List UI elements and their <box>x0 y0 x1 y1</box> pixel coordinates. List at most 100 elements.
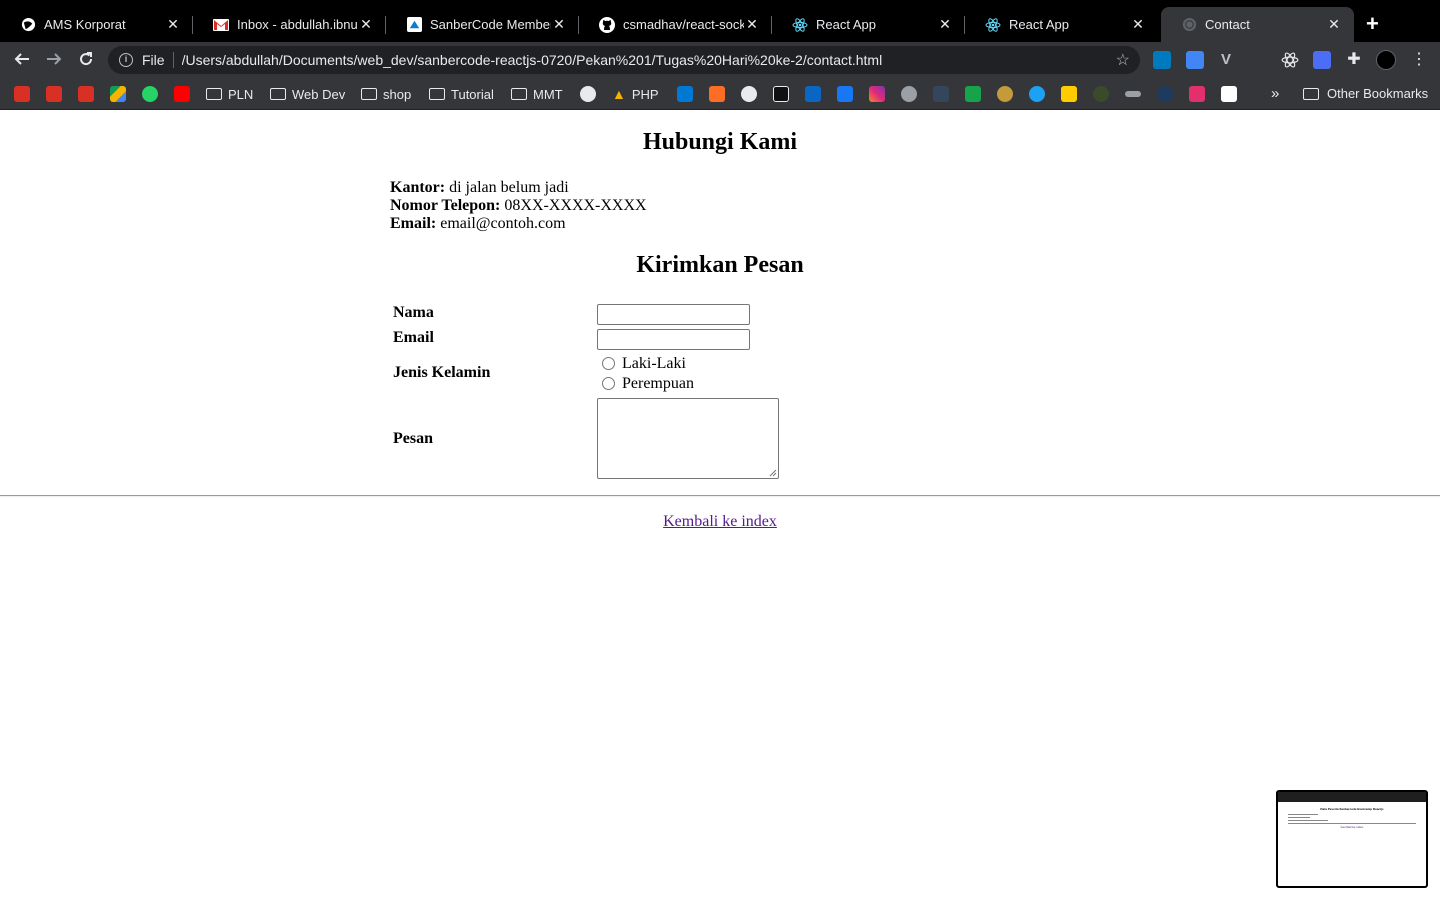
page-content: Hubungi Kami Kantor: di jalan belum jadi… <box>0 111 1440 900</box>
gmail-icon[interactable] <box>14 86 30 102</box>
office-line: Kantor: di jalan belum jadi <box>390 179 647 197</box>
message-textarea[interactable] <box>597 398 779 479</box>
close-icon[interactable]: ✕ <box>744 16 760 33</box>
tab-title: AMS Korporat <box>44 17 126 32</box>
resize-handle-icon[interactable] <box>769 469 777 477</box>
close-icon[interactable]: ✕ <box>1130 16 1146 33</box>
office-label: Kantor: <box>390 179 446 196</box>
avatar[interactable] <box>1376 50 1396 70</box>
tab-contact[interactable]: Contact ✕ <box>1161 7 1354 42</box>
bookmark-folder-shop[interactable]: shop <box>361 86 411 102</box>
bookmark-label: PHP <box>631 86 659 102</box>
close-icon[interactable]: ✕ <box>358 16 374 33</box>
sanbercode-icon <box>406 17 422 33</box>
back-button[interactable] <box>12 50 32 70</box>
arrow-right-icon <box>47 53 62 65</box>
bookmark-folder-pln[interactable]: PLN <box>206 86 253 102</box>
youtube-icon[interactable] <box>174 86 190 102</box>
tab-react-app-2[interactable]: React App ✕ <box>965 7 1158 42</box>
apple-icon[interactable] <box>901 86 917 102</box>
gmail-icon <box>213 17 229 33</box>
sanbercode-icon[interactable] <box>1221 86 1237 102</box>
whatsapp-icon[interactable] <box>142 86 158 102</box>
bookmarks-overflow-button[interactable]: » <box>1271 85 1279 102</box>
address-bar[interactable]: i File /Users/abdullah/Documents/web_dev… <box>108 46 1140 74</box>
thumbnail-line <box>1288 820 1328 821</box>
name-input[interactable] <box>597 304 750 325</box>
back-link-container: Kembali ke index <box>0 513 1440 531</box>
reload-button[interactable] <box>76 50 96 70</box>
bookmark-folder-mmt[interactable]: MMT <box>511 86 563 102</box>
form-title: Kirimkan Pesan <box>636 252 804 278</box>
info-icon[interactable]: i <box>119 53 133 67</box>
gitlab-icon[interactable] <box>709 86 725 102</box>
github-icon[interactable] <box>741 86 757 102</box>
tab-ams-korporat[interactable]: AMS Korporat ✕ <box>0 7 193 42</box>
thumbnail-browser-bar <box>1278 792 1426 802</box>
linkedin-icon[interactable] <box>805 86 821 102</box>
bookmark-php[interactable]: ▲ PHP <box>612 86 659 102</box>
forward-button[interactable] <box>44 50 64 70</box>
puzzle-extensions-icon[interactable]: ✚ <box>1345 51 1363 69</box>
folder-label: PLN <box>228 86 254 102</box>
radio-male[interactable] <box>602 357 615 370</box>
kebab-menu-icon[interactable]: ⋮ <box>1410 51 1428 69</box>
folder-icon <box>511 88 527 100</box>
new-tab-button[interactable]: + <box>1366 13 1379 35</box>
other-bookmarks-folder[interactable]: Other Bookmarks <box>1303 86 1428 101</box>
close-icon[interactable]: ✕ <box>165 16 181 33</box>
bookmark-folder-web-dev[interactable]: Web Dev <box>270 86 345 102</box>
google-drive-icon[interactable] <box>110 86 126 102</box>
dark-circle-icon[interactable] <box>1157 86 1173 102</box>
bookmark-star-icon[interactable]: ☆ <box>1116 50 1130 70</box>
screenshot-thumbnail[interactable]: Data Peserta Sanbercode Bootcamp Reactjs… <box>1276 790 1428 888</box>
bookmark-folder-tutorial[interactable]: Tutorial <box>429 86 494 102</box>
back-to-index-link[interactable]: Kembali ke index <box>663 513 777 530</box>
gmail-icon[interactable] <box>46 86 62 102</box>
close-icon[interactable]: ✕ <box>937 16 953 33</box>
outlook-icon[interactable] <box>677 86 693 102</box>
tab-react-app-1[interactable]: React App ✕ <box>772 7 965 42</box>
tumblr-icon[interactable] <box>933 86 949 102</box>
globe-icon[interactable] <box>580 86 596 102</box>
emblem-icon[interactable] <box>997 86 1013 102</box>
tab-title: Inbox - abdullah.ibnu.h <box>237 17 358 32</box>
thumbnail-line <box>1288 814 1318 815</box>
contact-info: Kantor: di jalan belum jadi Nomor Telepo… <box>390 179 647 233</box>
close-icon[interactable]: ✕ <box>1326 16 1342 33</box>
instagram-icon[interactable] <box>869 86 885 102</box>
todo-extension-icon[interactable] <box>1313 51 1331 69</box>
url-text[interactable]: /Users/abdullah/Documents/web_dev/sanber… <box>182 52 1116 68</box>
tab-sanbercode[interactable]: SanberCode Member Are ✕ <box>386 7 579 42</box>
pinterest-icon[interactable] <box>1189 86 1205 102</box>
vue-devtools-icon[interactable]: V <box>1217 51 1235 69</box>
tab-bar: AMS Korporat ✕ Inbox - abdullah.ibnu.h ✕… <box>0 0 1440 42</box>
gmail-icon[interactable] <box>78 86 94 102</box>
react-devtools-icon[interactable] <box>1281 51 1299 69</box>
tab-github-react-socket[interactable]: csmadhav/react-socket ✕ <box>579 7 772 42</box>
twitter-icon[interactable] <box>1029 86 1045 102</box>
folder-icon <box>1303 87 1319 100</box>
bar-icon[interactable] <box>1125 91 1141 97</box>
folder-icon <box>206 88 222 100</box>
email-input[interactable] <box>597 329 750 350</box>
tab-gmail-inbox[interactable]: Inbox - abdullah.ibnu.h ✕ <box>193 7 386 42</box>
close-icon[interactable]: ✕ <box>551 16 567 33</box>
radio-male-label[interactable]: Laki-Laki <box>622 355 686 373</box>
trello-icon[interactable] <box>1153 51 1171 69</box>
trading-icon[interactable] <box>965 86 981 102</box>
bitbucket-icon[interactable] <box>773 86 789 102</box>
github-icon <box>599 16 615 33</box>
radio-female[interactable] <box>602 377 615 390</box>
gear-badge-icon[interactable] <box>1093 86 1109 102</box>
folder-icon <box>429 88 445 100</box>
tab-title: React App <box>816 17 876 32</box>
calendar-extension-icon[interactable] <box>1186 51 1204 69</box>
yellow-badge-icon[interactable] <box>1061 86 1077 102</box>
facebook-icon[interactable] <box>837 86 853 102</box>
react-icon <box>985 17 1001 33</box>
php-icon: ▲ <box>612 86 626 102</box>
tab-title: React App <box>1009 17 1069 32</box>
radio-female-label[interactable]: Perempuan <box>622 375 694 393</box>
tab-title: Contact <box>1205 17 1250 32</box>
